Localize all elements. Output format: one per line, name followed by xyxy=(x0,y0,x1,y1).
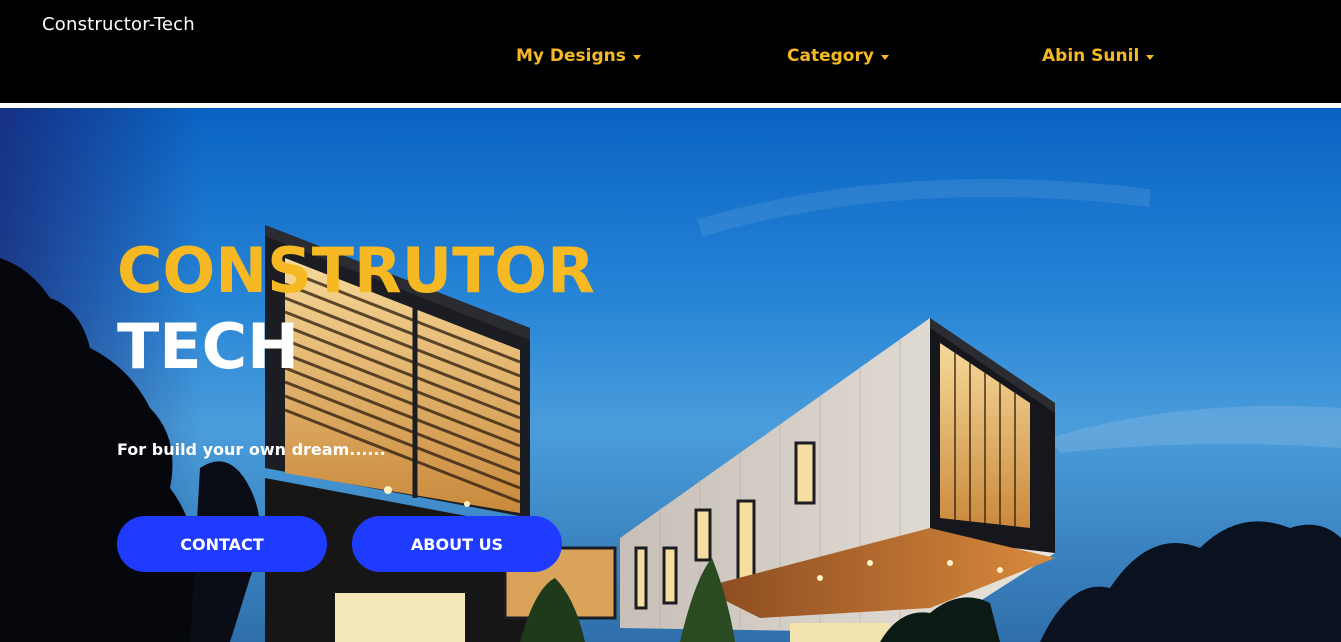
nav-my-designs-label: My Designs xyxy=(516,46,626,66)
caret-down-icon xyxy=(1146,54,1155,60)
hero-tagline: For build your own dream...... xyxy=(117,440,386,459)
nav-category-label: Category xyxy=(787,46,874,66)
caret-down-icon xyxy=(632,54,641,60)
top-navbar: Constructor-Tech My Designs Category Abi… xyxy=(0,0,1341,103)
brand-logo[interactable]: Constructor-Tech xyxy=(42,14,195,35)
nav-category-dropdown[interactable]: Category xyxy=(787,46,889,66)
caret-down-icon xyxy=(880,54,889,60)
hero-section: CONSTRUTOR TECH For build your own dream… xyxy=(0,108,1341,642)
nav-user-dropdown[interactable]: Abin Sunil xyxy=(1042,46,1155,66)
hero-title-line2: TECH xyxy=(117,310,300,383)
nav-user-label: Abin Sunil xyxy=(1042,46,1140,66)
nav-my-designs-dropdown[interactable]: My Designs xyxy=(516,46,641,66)
about-us-button[interactable]: ABOUT US xyxy=(352,516,562,572)
hero-title-line1: CONSTRUTOR xyxy=(117,234,595,307)
contact-button[interactable]: CONTACT xyxy=(117,516,327,572)
